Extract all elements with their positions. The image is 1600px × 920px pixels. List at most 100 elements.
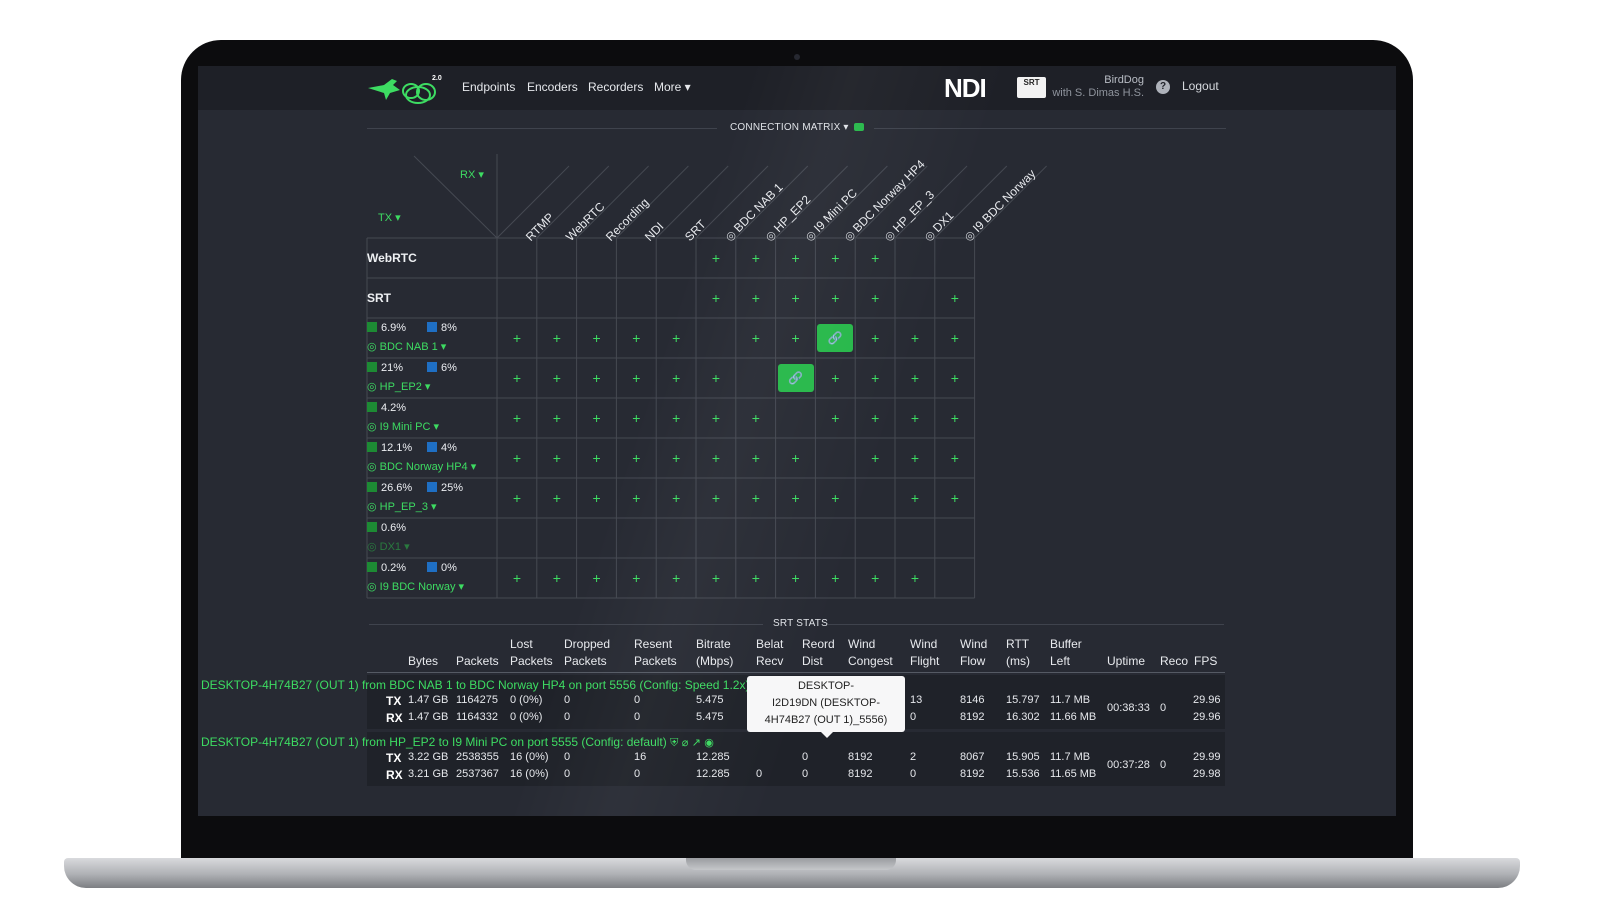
connect-button[interactable]: + [815,558,855,598]
connect-button[interactable]: + [616,398,656,438]
connect-button[interactable]: + [497,358,537,398]
connect-button[interactable]: + [577,318,617,358]
connect-button[interactable]: + [696,278,736,318]
stats-column-header: Bitrate (Mbps) [696,636,733,670]
connect-button[interactable]: + [935,478,975,518]
device-dropdown[interactable]: ◎ BDC NAB 1 ▾ [367,340,446,353]
connect-button[interactable]: + [935,318,975,358]
connect-button[interactable]: + [696,398,736,438]
connect-button[interactable]: + [736,318,776,358]
connect-button[interactable]: + [696,478,736,518]
device-dropdown[interactable]: ◎ HP_EP_3 ▾ [367,500,437,513]
connect-button[interactable]: + [855,318,895,358]
connect-button[interactable]: + [497,398,537,438]
connect-button[interactable]: + [696,438,736,478]
connect-button[interactable]: + [855,238,895,278]
stats-header-line: Bitrate [696,637,731,651]
connect-button[interactable]: + [656,478,696,518]
connect-button[interactable]: + [696,238,736,278]
connect-button[interactable]: + [776,238,816,278]
connect-button[interactable]: + [616,358,656,398]
connect-button[interactable]: + [537,358,577,398]
connect-button[interactable]: + [736,558,776,598]
stats-header-line: Lost [510,637,533,651]
connect-button[interactable]: + [577,358,617,398]
connect-button[interactable]: + [497,318,537,358]
connect-button[interactable]: + [935,438,975,478]
connect-button[interactable]: + [497,558,537,598]
connect-button[interactable]: + [736,438,776,478]
device-dropdown[interactable]: ◎ I9 BDC Norway ▾ [367,580,464,593]
connect-button[interactable]: + [815,358,855,398]
connect-button[interactable]: + [935,358,975,398]
tx-filter-dropdown[interactable]: TX ▾ [378,211,401,224]
connect-button[interactable]: + [577,478,617,518]
connect-button[interactable]: + [855,438,895,478]
device-dropdown[interactable]: ◎ HP_EP2 ▾ [367,380,430,393]
connect-button[interactable]: + [895,478,935,518]
connect-button[interactable]: + [656,558,696,598]
connect-button[interactable]: + [537,478,577,518]
connect-button[interactable]: + [616,478,656,518]
connect-button[interactable]: + [855,358,895,398]
device-dropdown[interactable]: ◎ BDC Norway HP4 ▾ [367,460,476,473]
connect-button[interactable]: + [696,558,736,598]
connect-button[interactable]: + [815,398,855,438]
row-header-device: 4.2% ◎ I9 Mini PC ▾ [367,398,495,438]
connect-button[interactable]: + [776,438,816,478]
connect-button[interactable]: + [935,398,975,438]
connect-button[interactable]: + [895,358,935,398]
stat-value: 11.7 MB [1050,694,1091,706]
stat-value: 0 [634,711,641,723]
active-link-button[interactable]: 🔗 [777,364,814,392]
connect-button[interactable]: + [776,278,816,318]
connect-button[interactable]: + [616,438,656,478]
connect-button[interactable]: + [736,478,776,518]
connect-button[interactable]: + [895,398,935,438]
connect-button[interactable]: + [537,438,577,478]
connect-button[interactable]: + [815,238,855,278]
connect-button[interactable]: + [855,398,895,438]
stat-value: 11.7 MB [1050,751,1091,763]
connect-button[interactable]: + [537,558,577,598]
connect-button[interactable]: + [815,278,855,318]
connect-button[interactable]: + [895,318,935,358]
rx-filter-dropdown[interactable]: RX ▾ [460,168,484,181]
connect-button[interactable]: + [616,558,656,598]
connect-button[interactable]: + [895,558,935,598]
connect-button[interactable]: + [815,478,855,518]
connect-button[interactable]: + [497,478,537,518]
connect-button[interactable]: + [656,358,696,398]
connect-button[interactable]: + [696,358,736,398]
connect-button[interactable]: + [577,398,617,438]
stats-header-line: Reco [1160,654,1189,668]
connect-button[interactable]: + [497,438,537,478]
divider [369,624,763,625]
connect-button[interactable]: + [736,398,776,438]
connect-button[interactable]: + [935,278,975,318]
connect-button[interactable]: + [616,318,656,358]
connect-button[interactable]: + [736,278,776,318]
stat-value: 0 [756,768,763,780]
connect-button[interactable]: + [537,398,577,438]
connect-button[interactable]: + [537,318,577,358]
connect-button[interactable]: + [776,318,816,358]
disconnect-icon[interactable]: ⌀ [682,737,689,749]
eye-icon[interactable]: ◉ [704,737,714,749]
connect-button[interactable]: + [736,238,776,278]
active-link-button[interactable]: 🔗 [817,324,854,352]
device-dropdown[interactable]: ◎ I9 Mini PC ▾ [367,420,439,433]
connect-button[interactable]: + [656,398,696,438]
connect-button[interactable]: + [776,558,816,598]
connect-button[interactable]: + [656,318,696,358]
connect-button[interactable]: + [577,558,617,598]
shield-icon[interactable]: ⛨ [670,737,678,749]
connect-button[interactable]: + [855,558,895,598]
connect-button[interactable]: + [577,438,617,478]
connect-button[interactable]: + [895,438,935,478]
connect-button[interactable]: + [656,438,696,478]
device-dropdown[interactable]: ◎ DX1 ▾ [367,540,410,553]
chart-icon[interactable]: ↗ [692,737,701,749]
connect-button[interactable]: + [855,278,895,318]
connect-button[interactable]: + [776,478,816,518]
